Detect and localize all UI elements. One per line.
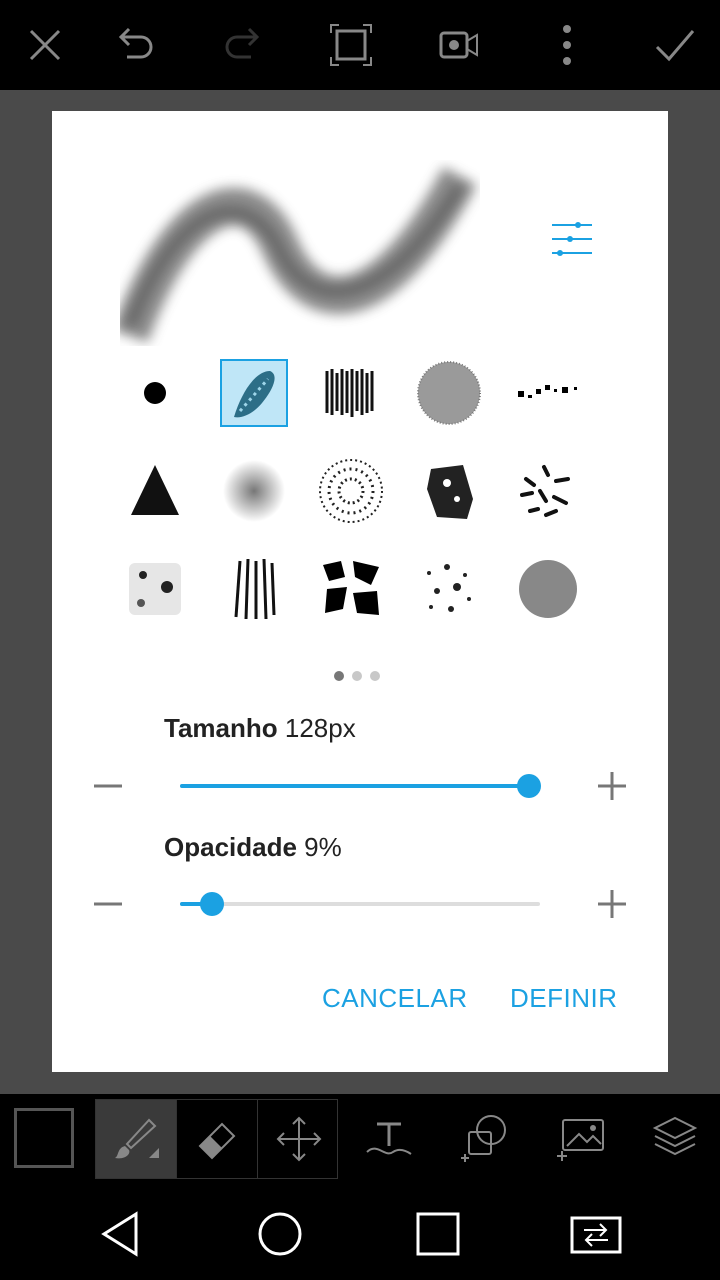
brush-stamp-square[interactable] [123,557,187,621]
brush-camouflage[interactable] [319,557,383,621]
opacity-minus-icon[interactable] [88,884,128,924]
system-navigation-bar [0,1184,720,1280]
size-slider-fill [180,784,530,788]
brush-spray-triangle[interactable] [123,459,187,523]
cancel-button[interactable]: CANCELAR [322,983,468,1014]
drawing-toolbar [0,1094,720,1184]
color-swatch[interactable] [14,1108,74,1168]
eraser-icon [198,1122,236,1160]
brush-settings-dialog: Tamanho 128px Opacidade 9% CANCELAR DEFI… [52,111,668,1072]
brush-sparse-speckle[interactable] [417,557,481,621]
eraser-tool[interactable] [177,1100,258,1178]
size-label: Tamanho [164,713,278,743]
opacity-slider-thumb[interactable] [200,892,225,916]
brush-icon [115,1118,159,1159]
move-arrows-icon [276,1116,321,1162]
set-button[interactable]: DEFINIR [510,983,618,1014]
brush-scatter-dashes[interactable] [516,459,580,523]
size-plus-icon[interactable] [592,766,632,806]
switch-app-icon[interactable] [568,1206,624,1262]
brush-dotted[interactable] [516,361,580,425]
brush-textured-selected[interactable] [220,359,288,427]
page-dot[interactable] [352,671,362,681]
add-photo-icon[interactable] [555,1112,607,1164]
opacity-slider[interactable] [180,892,540,916]
page-dot[interactable] [334,671,344,681]
brush-charcoal[interactable] [319,361,383,425]
top-toolbar [0,0,720,90]
brush-hair-strokes[interactable] [222,557,286,621]
redo-icon[interactable] [218,20,268,70]
back-triangle-icon[interactable] [94,1206,150,1262]
size-slider[interactable] [180,774,542,798]
size-minus-icon[interactable] [88,766,128,806]
size-value: 128px [284,713,356,743]
video-camera-icon[interactable] [434,20,484,70]
size-label-row: Tamanho 128px [164,713,356,744]
close-icon[interactable] [20,20,70,70]
opacity-label: Opacidade [164,832,297,862]
page-dot[interactable] [370,671,380,681]
draw-tool-group [95,1099,338,1179]
brush-soft-airbrush[interactable] [222,459,286,523]
brush-noise-circle[interactable] [417,361,481,425]
layers-icon[interactable] [649,1112,701,1164]
brush-settings-sliders-icon[interactable] [548,219,596,259]
more-vertical-icon[interactable] [542,20,592,70]
brush-speckle-circle[interactable] [319,459,383,523]
brush-page-indicator [330,669,390,683]
home-circle-icon[interactable] [252,1206,308,1262]
opacity-label-row: Opacidade 9% [164,832,342,863]
brush-grunge[interactable] [417,459,481,523]
check-icon[interactable] [650,20,700,70]
text-icon[interactable] [363,1112,415,1164]
add-shape-icon[interactable] [459,1112,511,1164]
opacity-plus-icon[interactable] [592,884,632,924]
brush-stroke-preview [120,167,477,343]
crop-frame-icon[interactable] [326,20,376,70]
recents-square-icon[interactable] [410,1206,466,1262]
size-slider-thumb[interactable] [517,774,542,798]
opacity-value: 9% [304,832,342,862]
brush-tool[interactable] [96,1100,177,1178]
brush-round-hard[interactable] [123,361,187,425]
undo-icon[interactable] [110,20,160,70]
brush-solid-circle[interactable] [516,557,580,621]
move-tool[interactable] [258,1100,339,1178]
